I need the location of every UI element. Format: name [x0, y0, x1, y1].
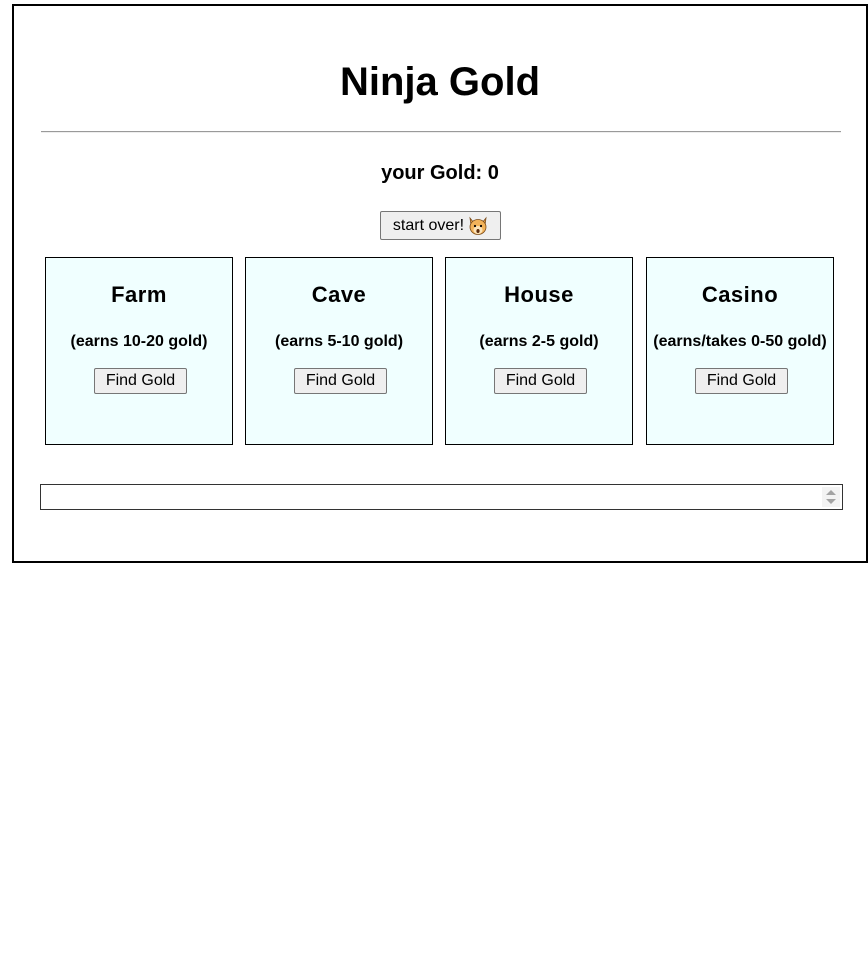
main-container: Ninja Gold your Gold: 0 start over! Farm… [12, 4, 868, 563]
location-name: Casino [701, 282, 779, 307]
gold-counter: your Gold: 0 [14, 162, 866, 184]
location-cave: Cave (earns 5-10 gold) Find Gold [245, 257, 433, 445]
location-name: House [504, 282, 574, 307]
find-gold-house-button[interactable]: Find Gold [494, 368, 587, 394]
location-earnings: (earns 10-20 gold) [70, 333, 208, 350]
find-gold-cave-button[interactable]: Find Gold [294, 368, 387, 394]
location-house: House (earns 2-5 gold) Find Gold [445, 257, 633, 445]
scroll-down-arrow-icon[interactable] [826, 499, 836, 504]
location-earnings: (earns 2-5 gold) [479, 333, 599, 350]
page-title: Ninja Gold [340, 60, 540, 104]
location-farm: Farm (earns 10-20 gold) Find Gold [45, 257, 233, 445]
scroll-up-arrow-icon[interactable] [826, 490, 836, 495]
gold-value: 0 [487, 162, 499, 184]
find-gold-farm-button[interactable]: Find Gold [94, 368, 187, 394]
activity-log[interactable] [40, 484, 843, 510]
find-gold-casino-button[interactable]: Find Gold [695, 368, 788, 394]
location-name: Farm [111, 282, 167, 307]
location-casino: Casino (earns/takes 0-50 gold) Find Gold [646, 257, 834, 445]
start-over-button[interactable]: start over! [380, 211, 501, 240]
divider [41, 131, 841, 133]
cat-face-icon [468, 216, 488, 236]
location-earnings: (earns/takes 0-50 gold) [653, 333, 827, 350]
location-earnings: (earns 5-10 gold) [274, 333, 404, 350]
activity-scrollbar[interactable] [822, 487, 840, 507]
gold-label: your Gold: [381, 162, 483, 184]
location-name: Cave [311, 282, 367, 307]
start-over-label: start over! [392, 216, 465, 234]
